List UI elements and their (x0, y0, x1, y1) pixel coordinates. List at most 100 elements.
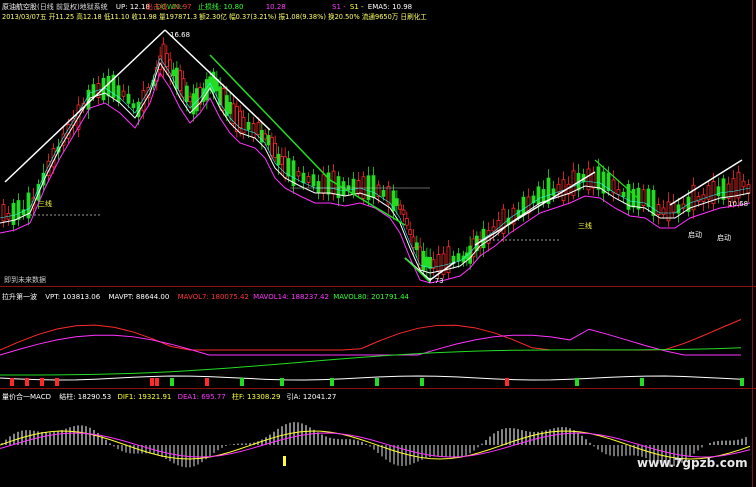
candle-body (516, 209, 521, 218)
candle-body (721, 178, 726, 200)
candle-body (259, 129, 264, 143)
stock-chart-canvas[interactable] (0, 0, 756, 487)
macd-bar-value: 柱F: 13308.29 (231, 393, 281, 401)
candle-body (276, 153, 281, 166)
vol-signal-bar (740, 378, 744, 386)
candle-body (326, 172, 331, 195)
candle-body (468, 245, 473, 264)
sell-value: 止损线: 10.80 (197, 3, 244, 11)
candle-body (741, 180, 746, 188)
security-name: 原油航空股 (2, 3, 37, 11)
low-price-label: 7.73 (428, 277, 444, 285)
candle-body (456, 253, 461, 262)
candle-body (596, 166, 601, 190)
trend-line-up-2 (474, 171, 596, 246)
vol-signal-bar (155, 378, 159, 386)
candle-body (126, 93, 131, 104)
high-price-label: 16.68 (170, 31, 191, 39)
mavol7-value: MAVOL7: 180075.42 (177, 293, 249, 301)
trend-line-up-1 (4, 29, 166, 183)
macd-header: 量价合一MACD 结柱: 18290.53 DIF1: 19321.91 DEA… (2, 393, 336, 402)
vol-signal-bar (280, 378, 284, 386)
future-data-label: 即到未来数据 (4, 276, 46, 284)
candle-body (404, 218, 409, 226)
vol-signal-bar (40, 378, 44, 386)
candle-body (661, 207, 666, 215)
extra-value: 10.28 (265, 3, 286, 11)
vol-mavol14-line (0, 328, 741, 356)
candle-body (621, 191, 626, 197)
candle-body (411, 236, 416, 249)
macd-col-value: 结柱: 18290.53 (59, 393, 112, 401)
vol-header: 拉升第一波 VPT: 103813.06 MAVPT: 88644.00 MAV… (2, 293, 409, 302)
candle-body (556, 183, 561, 193)
candle-body (16, 200, 21, 220)
candle-body (641, 189, 646, 207)
candle-body (616, 189, 621, 195)
candle-body (174, 67, 179, 90)
candle-body (656, 204, 661, 216)
vol-signal-bar (170, 378, 174, 386)
candle-body (164, 53, 169, 67)
ma-s1-value: S1 - (332, 3, 346, 11)
vol-signal-bar (205, 378, 209, 386)
candle-body (321, 174, 326, 194)
candle-body (414, 242, 419, 251)
candle-body (428, 257, 433, 269)
candle-body (188, 96, 193, 103)
candle-body (306, 176, 311, 183)
candle-body (241, 116, 246, 134)
candle-body (171, 69, 176, 77)
macd-signal-bar (283, 456, 286, 466)
candle-body (521, 196, 526, 216)
candle-body (591, 172, 596, 189)
candle-body (398, 204, 403, 210)
candle-body (651, 190, 656, 216)
candle-body (356, 180, 361, 195)
candle-body (279, 156, 284, 165)
candle-body (301, 172, 306, 184)
candle-body (121, 90, 126, 97)
candle-body (224, 95, 229, 116)
vol-signal-bar (150, 378, 154, 386)
candle-body (736, 171, 741, 199)
vol-signal-bar (10, 378, 14, 386)
macd-extra-value: 引A: 12041.27 (286, 393, 337, 401)
candle-body (421, 250, 426, 271)
dea-value: DEA1: 695.77 (177, 393, 226, 401)
candle-body (283, 156, 288, 178)
mavpt-value: MAVPT: 88644.00 (108, 293, 170, 301)
candle-body (316, 181, 321, 193)
candle-body (228, 102, 233, 114)
vpt-value: VPT: 103813.06 (45, 293, 101, 301)
candle-body (491, 226, 496, 232)
candle-body (181, 78, 186, 98)
candle-body (541, 189, 546, 203)
mavol14-value: MAVOL14: 188237.42 (253, 293, 329, 301)
vol-signal-bar (330, 378, 334, 386)
candle-body (1, 204, 6, 222)
candle-body (251, 123, 256, 138)
candle-body (178, 70, 183, 91)
candle-body (394, 198, 399, 206)
candle-body (646, 188, 651, 208)
candle-body (266, 135, 271, 146)
signal-start-1: 启动 (688, 231, 702, 239)
right-edge-line (752, 0, 753, 487)
candle-body (716, 186, 721, 197)
candle-body (424, 256, 429, 268)
candle-body (269, 136, 274, 157)
candle-body (246, 121, 251, 130)
candle-body (436, 254, 441, 272)
main-header-right: 出击线: 10.97 止损线: 10.80 10.28 S1 - S1 - EM… (146, 3, 412, 12)
candle-body (11, 202, 16, 225)
vol-signal-bar (55, 378, 59, 386)
candle-body (273, 142, 278, 158)
candle-body (263, 133, 268, 140)
candle-body (351, 178, 356, 195)
candle-body (671, 202, 676, 213)
candle-body (184, 85, 189, 103)
vol-vpt-line (0, 375, 742, 381)
vol-indicator-name: 拉升第一波 (2, 293, 37, 301)
candle-body (234, 106, 239, 132)
